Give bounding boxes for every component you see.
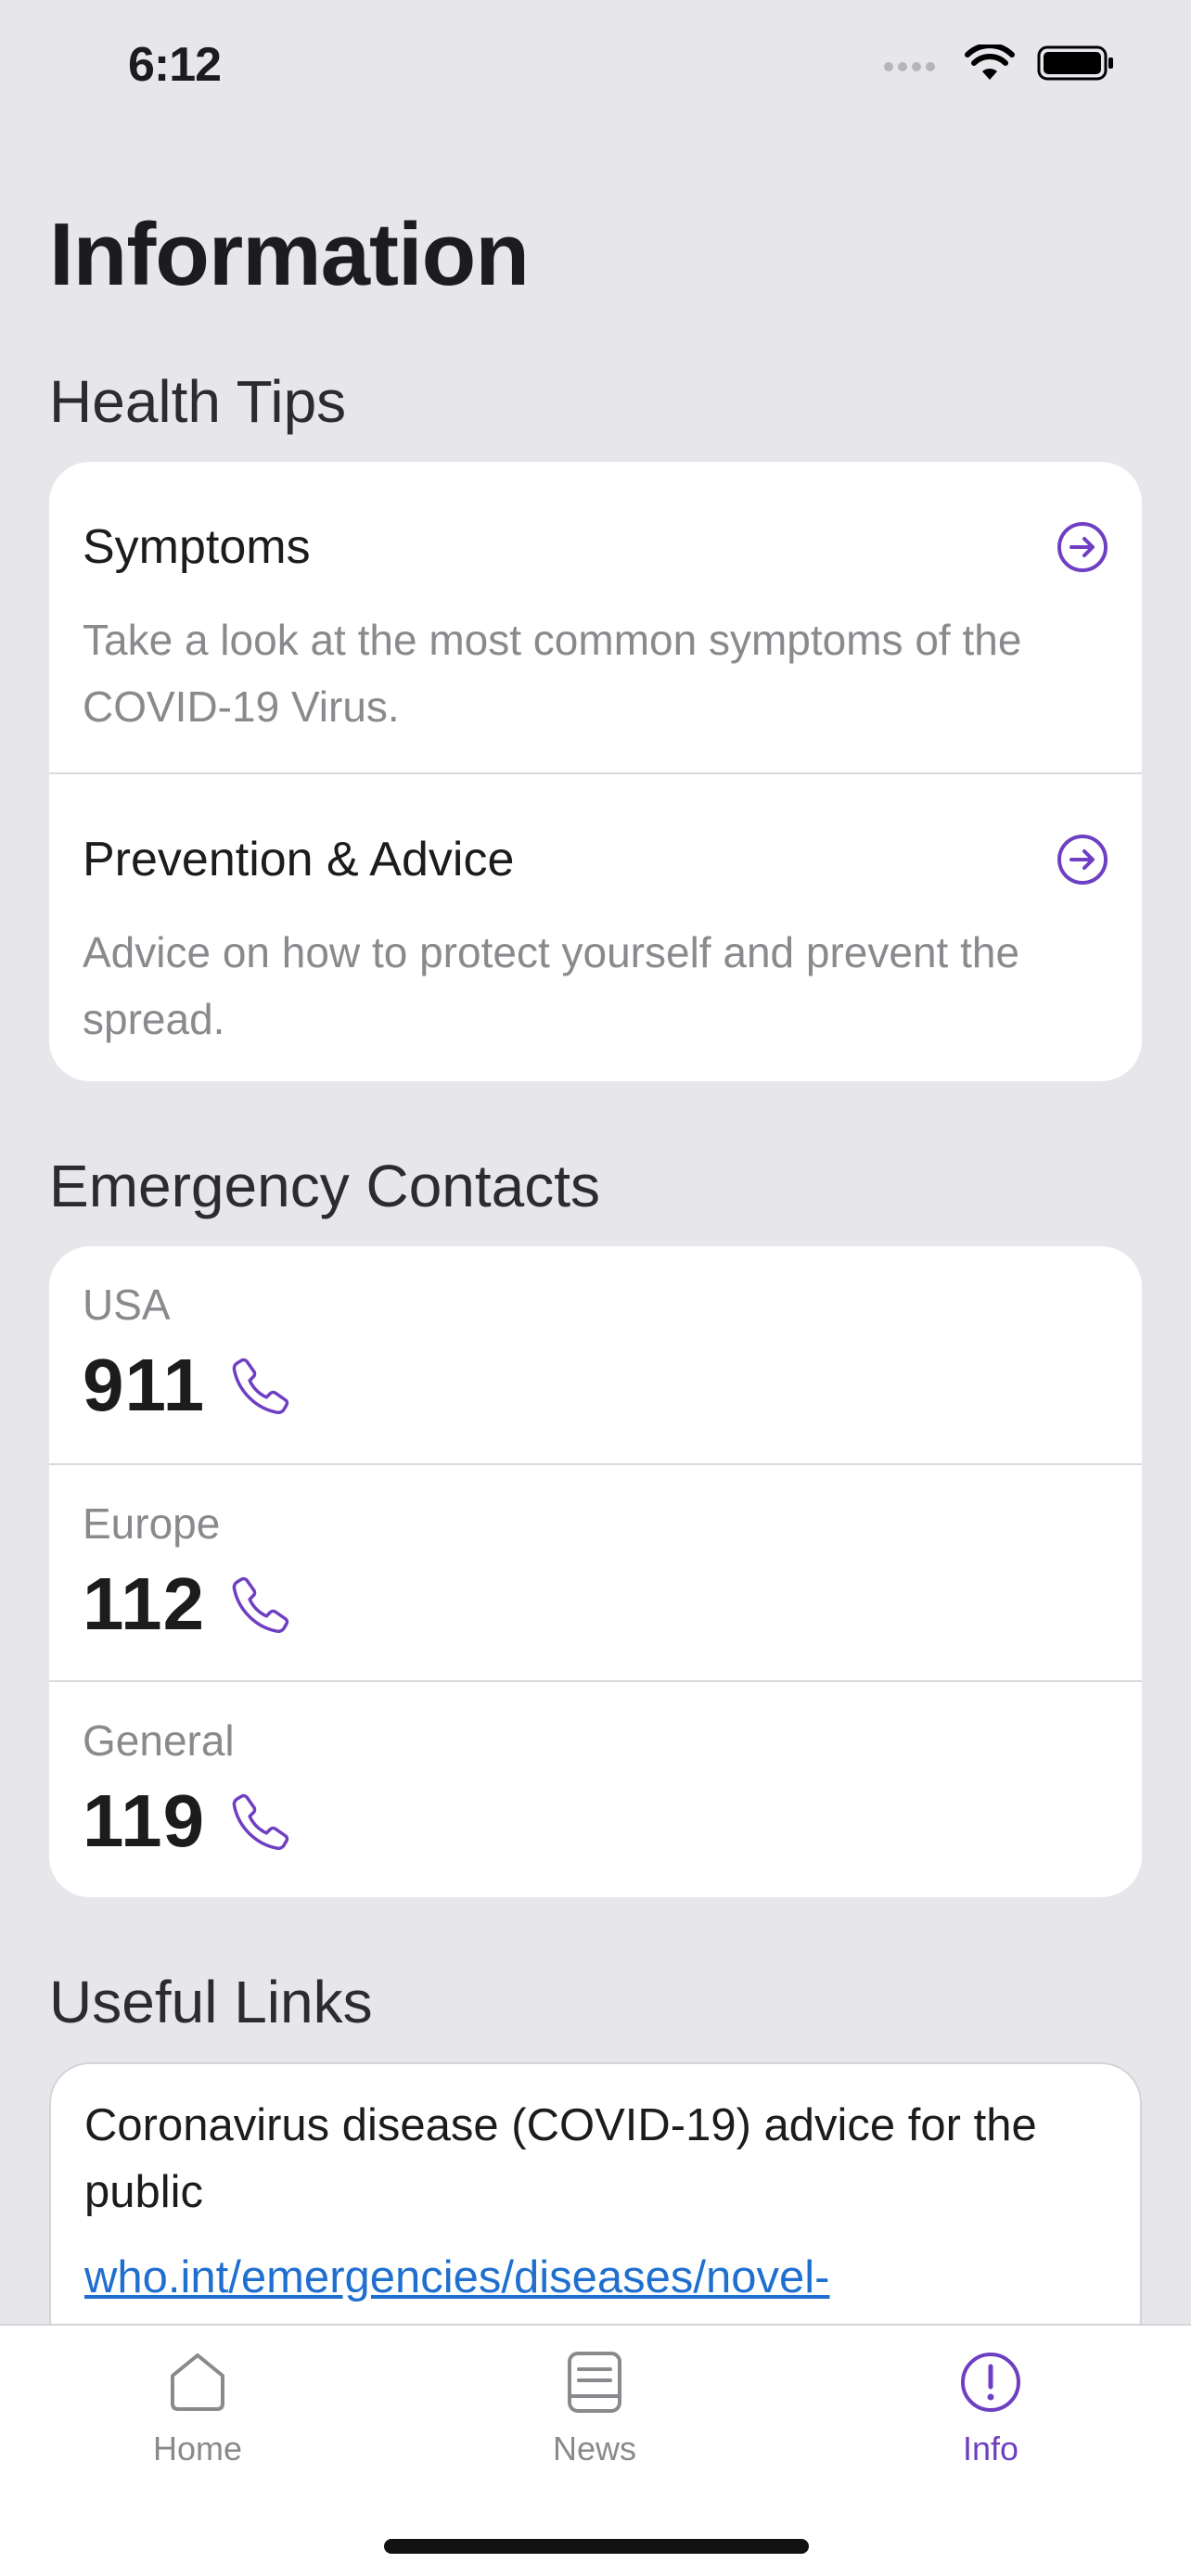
contact-item-europe[interactable]: Europe 112 (49, 1463, 1142, 1680)
battery-icon (1037, 45, 1113, 81)
status-bar: 6:12 (0, 0, 1191, 139)
phone-icon[interactable] (229, 1353, 294, 1418)
link-url[interactable]: who.int/emergencies/diseases/novel- (51, 2225, 1140, 2311)
tip-title: Prevention & Advice (83, 833, 515, 886)
health-tips-heading: Health Tips (49, 368, 347, 435)
tab-info[interactable]: Info (889, 2348, 1093, 2468)
contact-region: General (83, 1716, 235, 1765)
health-tips-card: Symptoms Take a look at the most common … (49, 462, 1142, 1081)
tip-item-symptoms[interactable]: Symptoms Take a look at the most common … (49, 462, 1142, 772)
useful-links-heading: Useful Links (49, 1969, 373, 2035)
contact-region: Europe (83, 1499, 221, 1548)
home-indicator[interactable] (384, 2539, 809, 2554)
tab-label: Info (962, 2429, 1019, 2468)
tab-label: Home (152, 2429, 243, 2468)
contact-number[interactable]: 112 (83, 1562, 205, 1647)
status-icons (883, 45, 1115, 82)
link-title: Coronavirus disease (COVID-19) advice fo… (84, 2100, 1037, 2217)
home-icon (171, 2353, 224, 2411)
arrow-right-circle-icon[interactable] (1057, 521, 1108, 573)
cellular-signal-icon (884, 62, 935, 71)
news-icon (568, 2352, 621, 2413)
tip-description: Advice on how to protect yourself and pr… (83, 928, 1020, 1043)
tip-description: Take a look at the most common symptoms … (83, 616, 1022, 731)
tab-home[interactable]: Home (96, 2348, 300, 2468)
contact-item-usa[interactable]: USA 911 (49, 1246, 1142, 1463)
tab-label: News (552, 2429, 637, 2468)
contact-item-general[interactable]: General 119 (49, 1680, 1142, 1897)
phone-icon[interactable] (229, 1572, 294, 1637)
arrow-right-circle-icon[interactable] (1057, 834, 1108, 886)
info-icon (961, 2353, 1020, 2412)
emergency-contacts-card: USA 911 Europe 112 General 119 (49, 1246, 1142, 1897)
useful-link-card[interactable]: Coronavirus disease (COVID-19) advice fo… (49, 2062, 1142, 2359)
phone-icon[interactable] (229, 1789, 294, 1854)
tab-bar: Home News Info (0, 2324, 1191, 2576)
tip-title: Symptoms (83, 520, 311, 574)
contact-number[interactable]: 119 (83, 1779, 205, 1864)
emergency-contacts-heading: Emergency Contacts (49, 1153, 601, 1219)
contact-number[interactable]: 911 (83, 1343, 205, 1428)
status-time: 6:12 (128, 38, 222, 92)
page-title: Information (49, 205, 530, 304)
wifi-icon (965, 45, 1015, 80)
contact-region: USA (83, 1281, 171, 1329)
tab-news[interactable]: News (493, 2348, 697, 2468)
tip-item-prevention[interactable]: Prevention & Advice Advice on how to pro… (49, 772, 1142, 1081)
